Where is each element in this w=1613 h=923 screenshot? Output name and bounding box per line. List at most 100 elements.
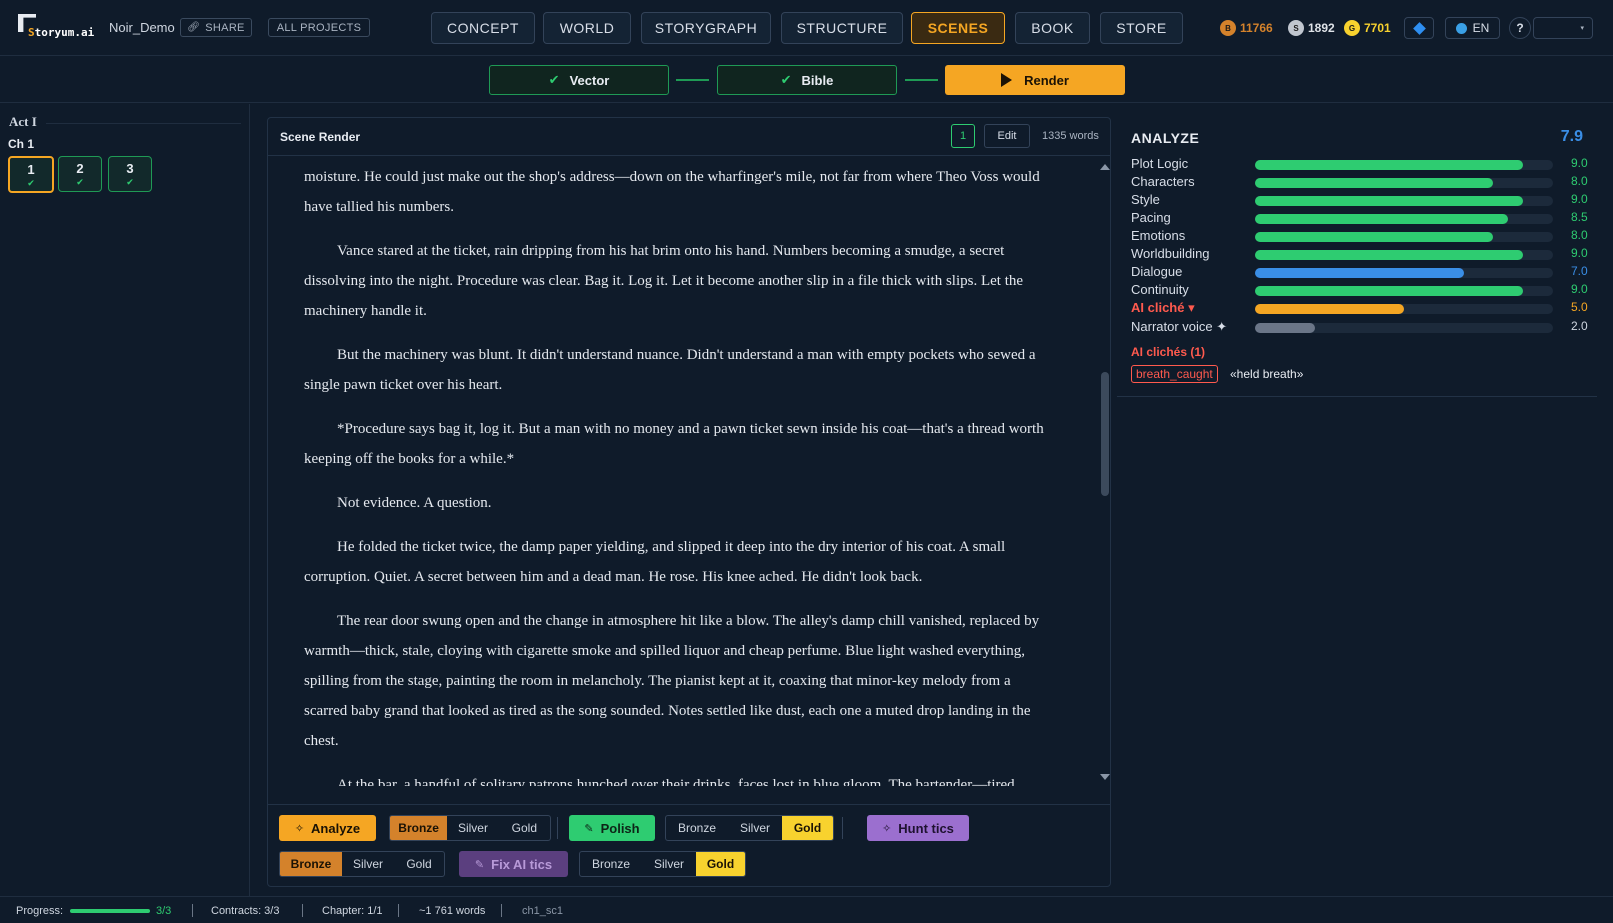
share-button[interactable]: 🔗︎ SHARE [180,18,252,37]
all-projects-button[interactable]: ALL PROJECTS [268,18,370,37]
metric-row: Continuity 9.0 [1131,281,1588,299]
tier-silver[interactable]: Silver [642,852,696,876]
progress-value: 3/3 [156,905,172,917]
metric-row: Dialogue 7.0 [1131,263,1588,281]
hunt-tics-button[interactable]: ✧ Hunt tics [867,815,969,841]
fix-ai-tics-button[interactable]: ✎ Fix AI tics [459,851,568,877]
metric-bar-fill [1255,214,1509,224]
paragraph: He opened it in his palm. A pawn ticket.… [304,169,1040,215]
step-render[interactable]: Render [945,65,1125,95]
tab-store[interactable]: STORE [1100,12,1183,44]
step-vector[interactable]: ✔ Vector [489,65,669,95]
divider [302,904,303,917]
word-count: 1335 words [1042,130,1099,142]
top-bar: Storyum.ai Noir_Demo 🔗︎ SHARE ALL PROJEC… [0,0,1613,56]
divider [501,904,502,917]
editor-scrollbar[interactable] [1098,162,1110,782]
metric-label: Plot Logic [1131,156,1189,171]
edit-button[interactable]: Edit [984,124,1030,148]
metric-row[interactable]: Narrator voice ✦ 2.0 [1131,318,1588,336]
scroll-down-icon[interactable] [1100,774,1110,780]
tab-scenes[interactable]: SCENES [911,12,1005,44]
help-button[interactable]: ? [1509,17,1531,39]
cliche-tag[interactable]: breath_caught [1131,365,1218,383]
tier-gold[interactable]: Gold [394,852,444,876]
editor-header: Scene Render 1 Edit 1335 words [268,118,1110,156]
divider [842,817,843,839]
metric-label: Narrator voice ✦ [1131,319,1228,334]
scene-chip-3[interactable]: 3 ✔ [108,156,152,192]
step-connector [905,79,938,81]
scene-id: ch1_sc1 [522,905,563,917]
scene-sidebar: Act I Ch 1 1 ✔ 2 ✔ 3 ✔ [0,104,250,896]
check-icon: ✔ [27,177,35,188]
diamond-button[interactable] [1404,17,1434,39]
tab-structure[interactable]: STRUCTURE [781,12,903,44]
contracts-status: Contracts: 3/3 [211,905,280,917]
tier-gold[interactable]: Gold [696,852,745,876]
chevron-down-icon: ▾ [1580,25,1584,32]
analyze-title: ANALYZE [1131,130,1200,146]
language-selector[interactable]: EN [1445,17,1500,39]
app-logo[interactable]: Storyum.ai [18,14,98,42]
tab-world[interactable]: WORLD [543,12,631,44]
cliche-phrase: «held breath» [1230,367,1304,381]
tier-silver[interactable]: Silver [342,852,394,876]
version-badge[interactable]: 1 [951,124,975,148]
words-status: ~1 761 words [419,905,486,917]
tab-book[interactable]: BOOK [1015,12,1090,44]
metric-value: 8.5 [1571,210,1588,224]
analyze-button[interactable]: ✧ Analyze [279,815,376,841]
metric-bar-fill [1255,232,1494,242]
check-icon: ✔ [76,177,84,187]
metric-bar-fill [1255,286,1524,296]
diamond-icon [1412,21,1426,35]
tab-concept[interactable]: CONCEPT [431,12,535,44]
editor-toolbar: ✧ Analyze Bronze Silver Gold ✎ Polish Br… [268,804,1110,886]
fix-tier-selector-right: Bronze Silver Gold [579,851,746,877]
divider [46,123,241,124]
metric-row[interactable]: AI cliché ▾ 5.0 [1131,299,1588,317]
chapter-status: Chapter: 1/1 [322,905,383,917]
step-bible[interactable]: ✔ Bible [717,65,897,95]
scene-text-body: He opened it in his palm. A pawn ticket.… [304,156,1056,786]
scroll-thumb[interactable] [1101,372,1109,496]
metric-bar [1255,286,1553,296]
scene-chip-2[interactable]: 2 ✔ [58,156,102,192]
polish-button[interactable]: ✎ Polish [569,815,655,841]
metric-bar-fill [1255,323,1315,333]
paragraph: The rear door swung open and the change … [304,613,1040,749]
divider [557,817,558,839]
tier-bronze[interactable]: Bronze [580,852,642,876]
metric-bar [1255,323,1553,333]
gold-balance: G 7701 [1344,18,1391,38]
step-connector [676,79,709,81]
silver-balance: S 1892 [1288,18,1335,38]
metric-bar [1255,160,1553,170]
tier-silver[interactable]: Silver [447,816,498,840]
account-dropdown[interactable]: ▾ [1533,17,1593,39]
scroll-up-icon[interactable] [1100,164,1110,170]
tier-gold[interactable]: Gold [499,816,550,840]
tier-bronze[interactable]: Bronze [666,816,728,840]
tab-storygraph[interactable]: STORYGRAPH [641,12,771,44]
chapter-label: Ch 1 [8,137,35,151]
metric-bar-fill [1255,178,1494,188]
tier-bronze[interactable]: Bronze [390,816,448,840]
metric-bar [1255,178,1553,188]
tier-bronze[interactable]: Bronze [280,852,342,876]
metric-row: Emotions 8.0 [1131,227,1588,245]
metric-label: Characters [1131,174,1195,189]
metric-row: Plot Logic 9.0 [1131,155,1588,173]
project-name[interactable]: Noir_Demo [109,20,175,35]
metric-value: 8.0 [1571,228,1588,242]
scene-chip-1[interactable]: 1 ✔ [8,156,54,193]
overall-score: 7.9 [1560,128,1583,145]
metric-row: Characters 8.0 [1131,173,1588,191]
metric-bar-fill [1255,304,1404,314]
progress-label: Progress: [16,905,64,917]
tier-silver[interactable]: Silver [728,816,782,840]
metric-label: Pacing [1131,210,1171,225]
tier-gold[interactable]: Gold [782,816,833,840]
scene-text[interactable]: He opened it in his palm. A pawn ticket.… [268,156,1098,786]
